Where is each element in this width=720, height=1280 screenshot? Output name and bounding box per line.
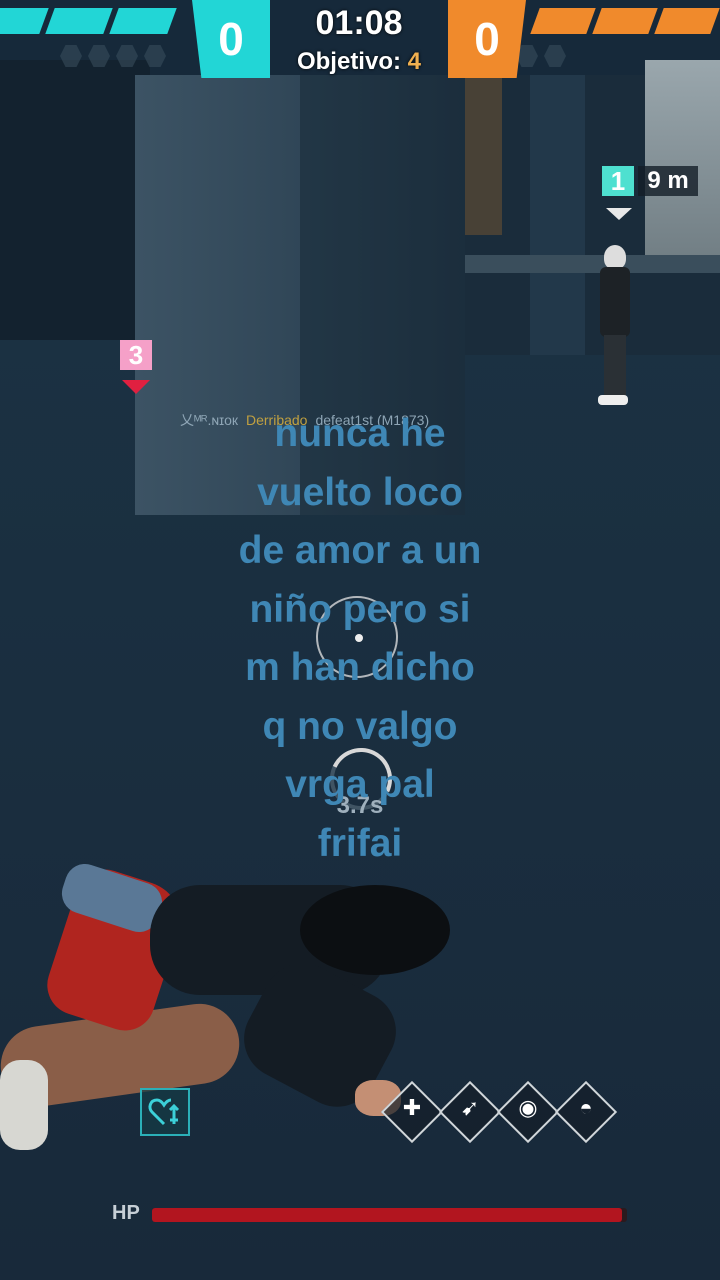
hp-skill-icon: ✚ bbox=[402, 1095, 422, 1120]
ally-distance: 9 m bbox=[638, 166, 698, 196]
caption-line: q no valgo bbox=[262, 704, 458, 748]
enemy-marker: 3 bbox=[120, 340, 152, 370]
caption-line: vuelto loco bbox=[257, 470, 463, 514]
scoreboard: 0 0 01:08 Objetivo: 4 bbox=[0, 0, 720, 80]
hp-bar-fill bbox=[152, 1208, 623, 1222]
ally-marker: 1 9 m bbox=[602, 166, 698, 196]
beam bbox=[530, 75, 585, 355]
enemy-arrow-icon bbox=[122, 380, 150, 394]
objective-label: Objetivo: bbox=[296, 48, 401, 75]
running-skill-icon: ➹ bbox=[460, 1095, 480, 1120]
objective-value: 4 bbox=[407, 48, 422, 75]
dome-shield-icon: ◓ bbox=[579, 1095, 593, 1120]
outside-view bbox=[645, 60, 720, 270]
left-wall bbox=[0, 60, 150, 340]
heal-button[interactable] bbox=[140, 1088, 190, 1136]
ally-number: 1 bbox=[602, 166, 634, 196]
caption-line: niño pero si bbox=[249, 587, 471, 631]
team-left-health-bar bbox=[0, 8, 190, 38]
caption-line: de amor a un bbox=[238, 529, 482, 572]
hp-label: HP bbox=[112, 1202, 140, 1224]
match-timer: 01:08 bbox=[315, 4, 403, 42]
ledge bbox=[460, 255, 720, 273]
caption-line: vrga pal bbox=[285, 763, 435, 806]
caption-line: frifai bbox=[317, 821, 403, 865]
objective: Objetivo: 4 bbox=[270, 48, 448, 76]
ally-character bbox=[598, 245, 632, 405]
heal-heart-icon bbox=[148, 1098, 180, 1126]
eye-skill-icon: ◉ bbox=[518, 1095, 538, 1120]
team-right-score: 0 bbox=[448, 0, 526, 78]
crate bbox=[462, 75, 502, 235]
team-left-score: 0 bbox=[192, 0, 270, 78]
team-right-health-bar bbox=[530, 8, 720, 38]
video-caption: nunca he vuelto loco de amor a un niño p… bbox=[160, 405, 560, 873]
caption-line: nunca he bbox=[274, 412, 446, 455]
team-left-slots bbox=[60, 45, 166, 67]
caption-line: m han dicho bbox=[245, 646, 475, 689]
ally-arrow-icon bbox=[606, 208, 632, 220]
